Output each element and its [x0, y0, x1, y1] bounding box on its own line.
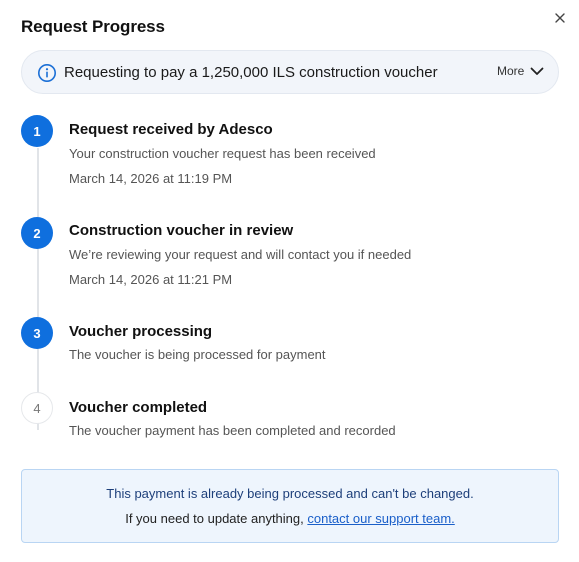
- chevron-down-icon: [530, 67, 544, 75]
- step-description: Your construction voucher request has be…: [69, 146, 376, 161]
- step-description: We’re reviewing your request and will co…: [69, 247, 412, 262]
- notice-support-line: If you need to update anything, contact …: [22, 511, 558, 526]
- step-title: Voucher processing: [69, 323, 213, 340]
- step-title: Voucher completed: [69, 399, 208, 416]
- step-number-badge: 4: [21, 392, 53, 424]
- step-timestamp: March 14, 2026 at 11:19 PM: [69, 171, 233, 186]
- dialog-title: Request Progress: [21, 17, 165, 36]
- step-title: Construction voucher in review: [69, 222, 294, 239]
- step-description: The voucher payment has been completed a…: [69, 423, 396, 438]
- close-icon: [555, 13, 565, 23]
- more-label: More: [497, 64, 525, 78]
- more-button[interactable]: More: [497, 64, 544, 78]
- timeline-connector: [37, 148, 39, 430]
- info-icon: [38, 64, 56, 82]
- processing-notice: This payment is already being processed …: [21, 469, 559, 543]
- close-button[interactable]: [552, 10, 568, 26]
- step-number-badge: 1: [21, 115, 53, 147]
- notice-message: This payment is already being processed …: [106, 486, 474, 501]
- step-description: The voucher is being processed for payme…: [69, 347, 326, 362]
- step-number-badge: 3: [21, 317, 53, 349]
- request-summary-bar: Requesting to pay a 1,250,000 ILS constr…: [21, 50, 559, 94]
- step-number-badge: 2: [21, 217, 53, 249]
- request-summary-text: Requesting to pay a 1,250,000 ILS constr…: [64, 64, 438, 81]
- contact-support-link[interactable]: contact our support team.: [307, 511, 454, 526]
- step-title: Request received by Adesco: [69, 121, 273, 138]
- step-timestamp: March 14, 2026 at 11:21 PM: [69, 272, 233, 287]
- notice-support-prefix: If you need to update anything,: [125, 511, 308, 526]
